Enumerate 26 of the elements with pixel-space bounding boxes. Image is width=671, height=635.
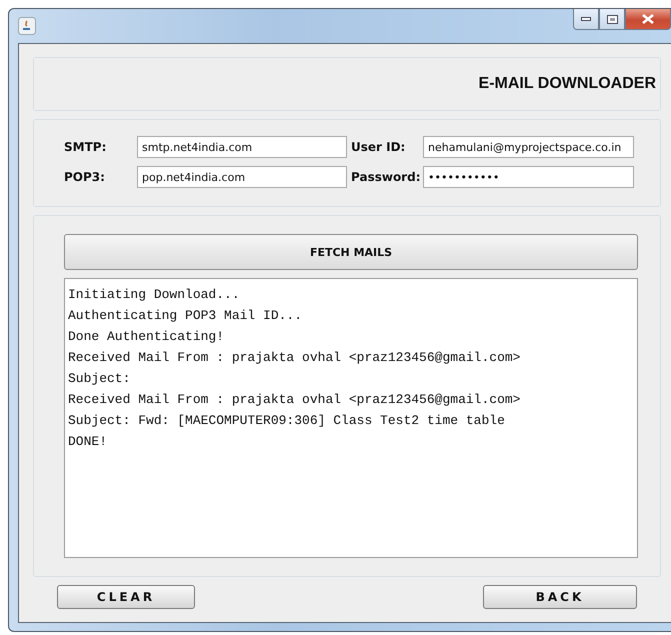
- log-line: Authenticating POP3 Mail ID...: [68, 307, 304, 325]
- log-line: DONE!: [68, 433, 108, 451]
- maximize-icon: [606, 14, 618, 24]
- fetch-button[interactable]: FETCH MAILS: [64, 234, 638, 270]
- close-button[interactable]: [625, 9, 671, 30]
- log-line: Received Mail From : prajakta ovhal <praz123456@gmail.com>: [68, 391, 522, 409]
- field-label: User ID:: [351, 140, 406, 154]
- close-icon: [642, 14, 654, 24]
- log-line: Done Authenticating!: [68, 328, 226, 346]
- field-label: POP3:: [64, 170, 106, 184]
- minimize-button[interactable]: [573, 9, 599, 30]
- input-field[interactable]: smtp.net4india.com: [137, 136, 347, 158]
- app-title: E-MAIL DOWNLOADER: [478, 75, 656, 93]
- input-field[interactable]: •••••••••••: [423, 166, 634, 188]
- log-line: Received Mail From : prajakta ovhal <praz123456@gmail.com>: [68, 349, 522, 367]
- field-label: Password:: [351, 170, 419, 184]
- input-field[interactable]: nehamulani@myprojectspace.co.in: [423, 136, 634, 158]
- input-field[interactable]: pop.net4india.com: [137, 166, 347, 188]
- log-line: Initiating Download...: [68, 286, 241, 304]
- field-label: SMTP:: [64, 140, 108, 154]
- log-line: Subject:: [68, 370, 132, 388]
- minimize-icon: [581, 17, 591, 21]
- maximize-button[interactable]: [599, 9, 625, 30]
- log-line: Subject: Fwd: [MAECOMPUTER09:306] Class Test2 time table: [68, 412, 506, 430]
- back-button[interactable]: BACK: [483, 585, 637, 609]
- clear-button[interactable]: CLEAR: [57, 585, 195, 609]
